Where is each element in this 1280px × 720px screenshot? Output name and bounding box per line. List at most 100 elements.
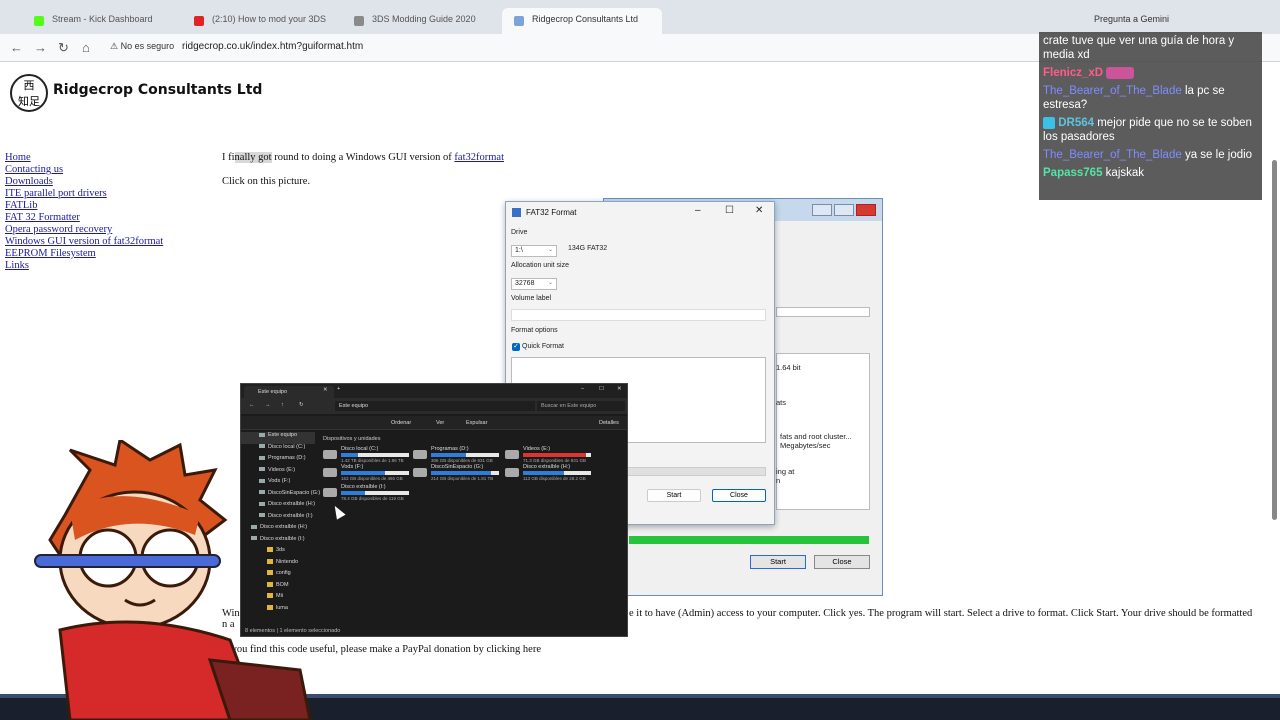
forward-icon[interactable]: → xyxy=(34,40,47,55)
refresh-icon[interactable]: ↻ xyxy=(299,402,304,408)
reload-icon[interactable]: ↻ xyxy=(58,40,69,56)
nav-link-fatlib[interactable]: FATLib xyxy=(5,200,163,212)
chat-text: crate tuve que ver una guía de hora y me… xyxy=(1043,35,1235,61)
drive-icon xyxy=(323,488,337,497)
drive-usage-fill xyxy=(431,471,491,475)
drive-tile[interactable]: Vods (F:) 163 GB disponibles de 465 GB xyxy=(323,464,413,484)
site-title: Ridgecrop Consultants Ltd xyxy=(53,82,263,98)
chat-message: The_Bearer_of_The_Blade la pc se estresa… xyxy=(1043,84,1258,112)
chat-user: The_Bearer_of_The_Blade xyxy=(1043,85,1182,97)
tab-3ds-guide[interactable]: 3DS Modding Guide 2020 xyxy=(342,8,502,34)
drive-space: 1.42 TB disponibles de 1.86 TB xyxy=(341,458,404,463)
back-icon[interactable]: ← xyxy=(10,40,23,55)
drive-icon xyxy=(505,450,519,459)
minimize-icon[interactable]: – xyxy=(581,386,584,392)
log-text: Megabytes/sec xyxy=(780,441,831,450)
page-icon xyxy=(354,16,364,26)
drive-tile[interactable]: Videos (E:) 71.3 GB disponibles de 931 GB xyxy=(505,446,595,466)
nav-link-ite[interactable]: ITE parallel port drivers xyxy=(5,188,163,200)
browser-tab-bar: Stream - Kick Dashboard (2:10) How to mo… xyxy=(0,0,1280,34)
intro-text: I fi xyxy=(222,152,235,163)
tab-label: Stream - Kick Dashboard xyxy=(52,14,153,24)
site-nav: Home Contacting us Downloads ITE paralle… xyxy=(5,152,163,272)
close-icon[interactable]: ✕ xyxy=(323,387,328,393)
fat32format-link[interactable]: fat32format xyxy=(454,152,504,163)
drive-usage-bar xyxy=(341,471,409,475)
page-scrollbar[interactable] xyxy=(1272,160,1277,520)
volume-label: Volume label xyxy=(511,295,552,302)
chat-user: Papass765 xyxy=(1043,167,1103,179)
start-button[interactable]: Start xyxy=(750,555,806,569)
text-field xyxy=(776,307,870,317)
maximize-icon[interactable]: ☐ xyxy=(725,205,734,216)
badge-icon xyxy=(1043,116,1055,129)
start-button[interactable]: Start xyxy=(647,489,701,502)
nav-link-eeprom[interactable]: EEPROM Filesystem xyxy=(5,248,163,260)
nav-link-contact[interactable]: Contacting us xyxy=(5,164,163,176)
explorer-command-bar: Ordenar Ver Expulsar Detalles xyxy=(241,416,627,430)
drive-tile[interactable]: Disco local (C:) 1.42 TB disponibles de 1… xyxy=(323,446,413,466)
streamer-avatar xyxy=(34,440,312,720)
drive-space: 163 GB disponibles de 465 GB xyxy=(341,476,403,481)
view-button[interactable]: Ver xyxy=(436,420,444,426)
drive-usage-fill xyxy=(523,471,564,475)
nav-link-downloads[interactable]: Downloads xyxy=(5,176,163,188)
tab-label: 3DS Modding Guide 2020 xyxy=(372,14,476,24)
drive-name: Vods (F:) xyxy=(341,464,364,470)
explorer-search-input[interactable]: Buscar en Este equipo xyxy=(537,401,625,411)
sort-button[interactable]: Ordenar xyxy=(391,420,411,426)
drive-usage-fill xyxy=(341,471,386,475)
volume-input[interactable] xyxy=(511,309,766,321)
page-icon xyxy=(514,16,524,26)
plus-icon[interactable]: + xyxy=(337,386,340,392)
alloc-select[interactable]: 32768 ⌄ xyxy=(511,278,557,290)
intro-paragraph: I finally got round to doing a Windows G… xyxy=(222,152,504,163)
security-indicator[interactable]: ⚠ No es seguro xyxy=(110,41,174,52)
drive-icon xyxy=(413,468,427,477)
drive-icon xyxy=(323,468,337,477)
maximize-icon[interactable]: ☐ xyxy=(599,386,604,392)
explorer-breadcrumb[interactable]: Este equipo xyxy=(335,401,535,411)
drive-usage-bar xyxy=(431,453,499,457)
nav-link-links[interactable]: Links xyxy=(5,260,163,272)
drive-tile[interactable]: Disco extraíble (H:) 113 GB disponibles d… xyxy=(505,464,595,484)
drive-usage-fill xyxy=(341,453,358,457)
minimize-icon[interactable]: – xyxy=(695,205,701,216)
close-button[interactable]: Close xyxy=(814,555,870,569)
eject-button[interactable]: Expulsar xyxy=(466,420,487,426)
drive-usage-bar xyxy=(341,491,409,495)
log-text: n xyxy=(776,476,781,485)
close-icon[interactable]: ✕ xyxy=(617,386,622,392)
nav-link-gui-fat32[interactable]: Windows GUI version of fat32format xyxy=(5,236,163,248)
intro-text: round to doing a Windows GUI version of xyxy=(271,152,455,163)
url-field[interactable]: ridgecrop.co.uk/index.htm?guiformat.htm xyxy=(182,41,363,52)
gemini-button[interactable]: Pregunta a Gemini xyxy=(1094,14,1169,24)
drive-tile[interactable]: Disco extraíble (I:) 78.4 GB disponibles … xyxy=(323,484,413,504)
back-icon[interactable]: ← xyxy=(249,402,255,408)
up-icon[interactable]: ↑ xyxy=(281,402,284,408)
drive-select[interactable]: 1:\ ⌄ xyxy=(511,245,557,257)
alloc-value: 32768 xyxy=(515,280,535,287)
drive-space: 78.4 GB disponibles de 119 GB xyxy=(341,496,404,501)
drive-name: DiscoSinEspacio (G:) xyxy=(431,464,484,470)
kick-icon xyxy=(34,16,44,26)
quick-format-checkbox[interactable]: ✓ xyxy=(512,343,520,351)
log-text: 1.64 bit xyxy=(776,363,801,372)
explorer-tab[interactable]: Este equipo xyxy=(244,386,334,398)
drive-tile[interactable]: DiscoSinEspacio (G:) 214 GB disponibles d… xyxy=(413,464,503,484)
drive-label: Drive xyxy=(511,229,528,236)
details-button[interactable]: Detalles xyxy=(599,420,619,426)
forward-icon[interactable]: → xyxy=(265,402,271,408)
nav-link-opera[interactable]: Opera password recovery xyxy=(5,224,163,236)
tab-label: (2:10) How to mod your 3DS xyxy=(212,14,327,24)
close-icon[interactable]: ✕ xyxy=(755,205,763,216)
close-button[interactable]: Close xyxy=(712,489,766,502)
tab-ridgecrop[interactable]: Ridgecrop Consultants Ltd xyxy=(502,8,662,34)
drive-tile[interactable]: Programas (D:) 306 GB disponibles de 631 … xyxy=(413,446,503,466)
home-icon[interactable]: ⌂ xyxy=(82,40,90,55)
chat-message: DR564 mejor pide que no se te soben los … xyxy=(1043,116,1258,144)
nav-link-home[interactable]: Home xyxy=(5,152,163,164)
tab-youtube-video[interactable]: (2:10) How to mod your 3DS xyxy=(182,8,342,34)
tab-kick-dashboard[interactable]: Stream - Kick Dashboard xyxy=(22,8,182,34)
nav-link-fat32-formatter[interactable]: FAT 32 Formatter xyxy=(5,212,163,224)
